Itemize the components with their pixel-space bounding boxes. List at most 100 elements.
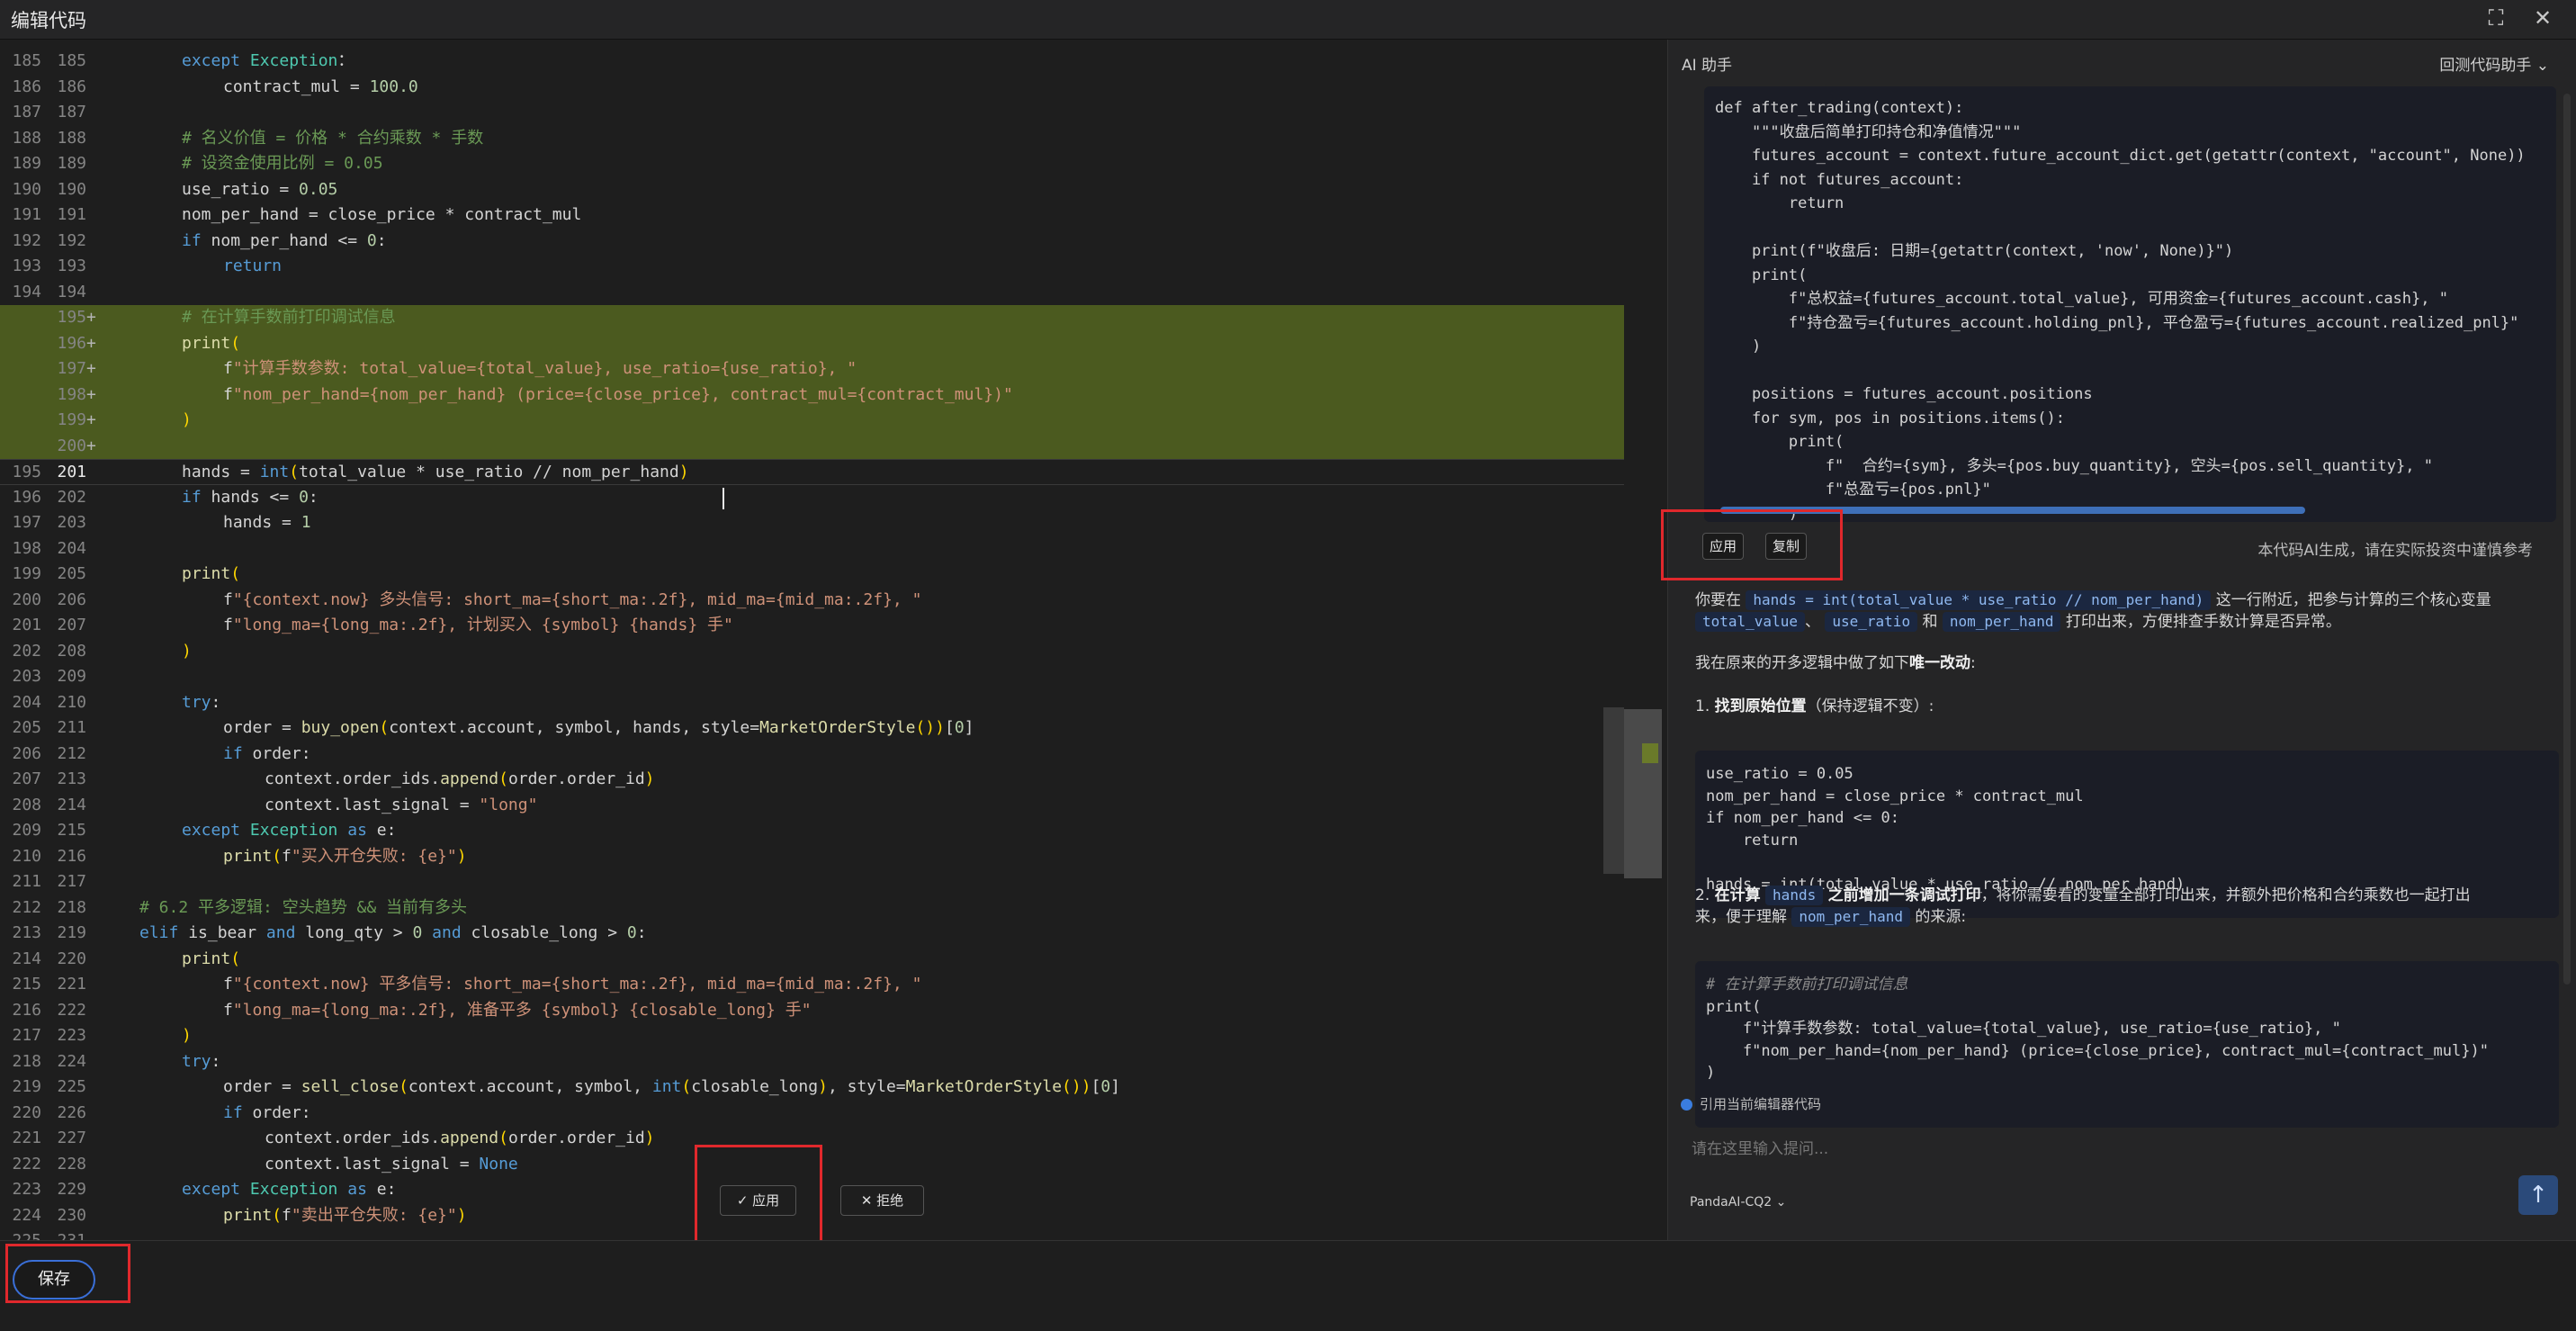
code-block-line: f"计算手数参数: total_value={total_value}, use… [1706,1020,2341,1038]
line-number-new: 197 [57,359,86,378]
code-line: 191 191 nom_per_hand = close_price * contr… [0,202,1624,229]
code-text: f"long_ma={long_ma:.2f}, 计划买入 {symbol} {… [223,616,733,634]
code-line: 224 230 print(f"卖出平仓失败: {e}") [0,1203,1624,1229]
bottom-bar [0,1240,2576,1331]
code-block-line: # 在计算手数前打印调试信息 [1706,976,1908,994]
code-copy-button[interactable]: 复制 [1765,533,1807,560]
fullscreen-icon[interactable]: ⛶ [2483,5,2509,31]
line-number-new: 210 [57,692,86,712]
line-number-new: 201 [57,463,86,481]
code-block-line: return [1715,194,1844,212]
panel-scrollbar[interactable] [2563,94,2571,985]
save-button[interactable]: 保存 [13,1260,95,1300]
answer-paragraph-1a: 你要在 hands = int(total_value * use_ratio … [1695,590,2491,610]
close-icon[interactable]: ✕ [2530,5,2555,31]
line-number-new: 217 [57,872,86,891]
code-line: 208 214 context.last_signal = "long" [0,793,1624,819]
line-number-new: 185 [57,51,86,70]
answer-step-1: 1. 找到原始位置（保持逻辑不变）: [1695,697,1934,715]
code-text: # 设资金使用比例 = 0.05 [182,154,383,173]
added-line-marker: + [86,384,96,404]
code-block-line: f"nom_per_hand={nom_per_hand} (price={cl… [1706,1041,2489,1060]
code-block-line: ) [1715,337,1762,355]
code-block-line: f"持仓盈亏={futures_account.holding_pnl}, 平仓… [1715,313,2519,332]
line-number-old: 206 [12,743,41,763]
line-number-old: 214 [12,949,41,968]
code-line: 217 223) [0,1023,1624,1049]
code-line: 195 201 hands = int(total_value * use_rati… [0,459,1624,485]
code-line: 201 207 f"long_ma={long_ma:.2f}, 计划买入 {sym… [0,613,1624,639]
code-text: # 6.2 平多逻辑: 空头趋势 && 当前有多头 [139,897,468,917]
line-number-new: 192 [57,230,86,250]
line-number-new: 194 [57,282,86,301]
question-input[interactable]: 请在这里输入提问... [1692,1136,1828,1158]
line-number-new: 209 [57,667,86,686]
reject-change-button[interactable]: ✕ 拒绝 [840,1185,924,1216]
line-number-old: 187 [12,103,41,121]
code-block-line: ) [1706,1064,1716,1082]
line-number-new: 218 [57,897,86,917]
radio-dot-icon [1681,1099,1692,1111]
line-number-old: 186 [12,76,41,96]
line-number-new: 225 [57,1077,86,1096]
added-code-line: 199 +) [0,408,1624,434]
line-number-new: 191 [57,205,86,224]
editor-scrollbar[interactable] [1603,707,1624,874]
added-code-line: 200 + [0,433,1624,459]
code-line: 212 218 # 6.2 平多逻辑: 空头趋势 && 当前有多头 [0,895,1624,922]
code-hscroll-thumb[interactable] [1720,507,2305,514]
code-line: 203 209 [0,664,1624,690]
send-arrow-icon[interactable]: ↑ [2518,1175,2558,1215]
line-number-new: 211 [57,718,86,737]
code-text: if nom_per_hand <= 0: [182,230,387,250]
code-text: f"{context.now} 多头信号: short_ma={short_ma… [223,589,922,609]
code-line: 202 208) [0,639,1624,665]
added-line-marker: + [86,308,96,327]
code-text: context.last_signal = "long" [265,795,538,814]
line-number-new: 204 [57,538,86,558]
line-number-new: 228 [57,1154,86,1174]
line-number-old: 208 [12,795,41,814]
line-number-old: 192 [12,230,41,250]
line-number-new: 206 [57,589,86,609]
ai-assistant-panel: AI 助手 回测代码助手 ⌄ def after_trading(context… [1667,40,2576,1240]
assistant-mode-dropdown[interactable]: 回测代码助手 ⌄ [2439,52,2549,75]
line-number-new: 226 [57,1102,86,1122]
line-number-old: 220 [12,1102,41,1122]
code-line: 222 228 context.last_signal = None [0,1152,1624,1178]
line-number-new: 186 [57,76,86,96]
code-text: context.order_ids.append(order.order_id) [265,1129,655,1147]
code-block-line: use_ratio = 0.05 [1706,765,1853,783]
answer-paragraph-2: 我在原来的开多逻辑中做了如下唯一改动: [1695,654,1976,672]
code-text: use_ratio = 0.05 [182,179,338,199]
code-text: hands = 1 [223,513,311,532]
code-text: print(f"卖出平仓失败: {e}") [223,1205,467,1225]
line-number-old: 195 [12,463,41,481]
model-selector[interactable]: PandaAI-CQ2 ⌄ [1690,1195,1786,1210]
apply-change-button[interactable]: ✓ 应用 [720,1185,796,1216]
line-number-new: 215 [57,821,86,840]
line-number-new: 230 [57,1205,86,1225]
code-text: # 在计算手数前打印调试信息 [182,308,396,327]
code-block-line: if nom_per_hand <= 0: [1706,809,1899,827]
code-line: 215 221 f"{context.now} 平多信号: short_ma={sh… [0,972,1624,998]
cite-editor-toggle[interactable]: 引用当前编辑器代码 [1681,1094,1821,1113]
line-number-old: 199 [12,564,41,583]
line-number-new: 205 [57,564,86,583]
code-chip: hands [1765,886,1824,905]
code-apply-button[interactable]: 应用 [1702,533,1744,560]
code-line: 185 185 except Exception： [0,49,1624,75]
line-number-new: 200 [57,436,86,455]
line-number-new: 219 [57,923,86,942]
minimap[interactable] [1624,709,1662,878]
code-editor[interactable]: 185 185 except Exception： 186 186 contract_mu… [0,40,1624,1240]
code-line: 223 229 except Exception as e: [0,1177,1624,1203]
code-chip: total_value [1695,612,1805,632]
code-text: print( [182,333,241,353]
line-number-old: 202 [12,641,41,661]
code-text: # 名义价值 = 价格 * 合约乘数 * 手数 [182,128,484,148]
code-block-line: """收盘后简单打印持仓和净值情况""" [1715,122,2022,141]
generated-code-block: def after_trading(context): """收盘后简单打印持仓… [1704,86,2556,522]
line-number-new: 220 [57,949,86,968]
line-number-old: 191 [12,205,41,224]
